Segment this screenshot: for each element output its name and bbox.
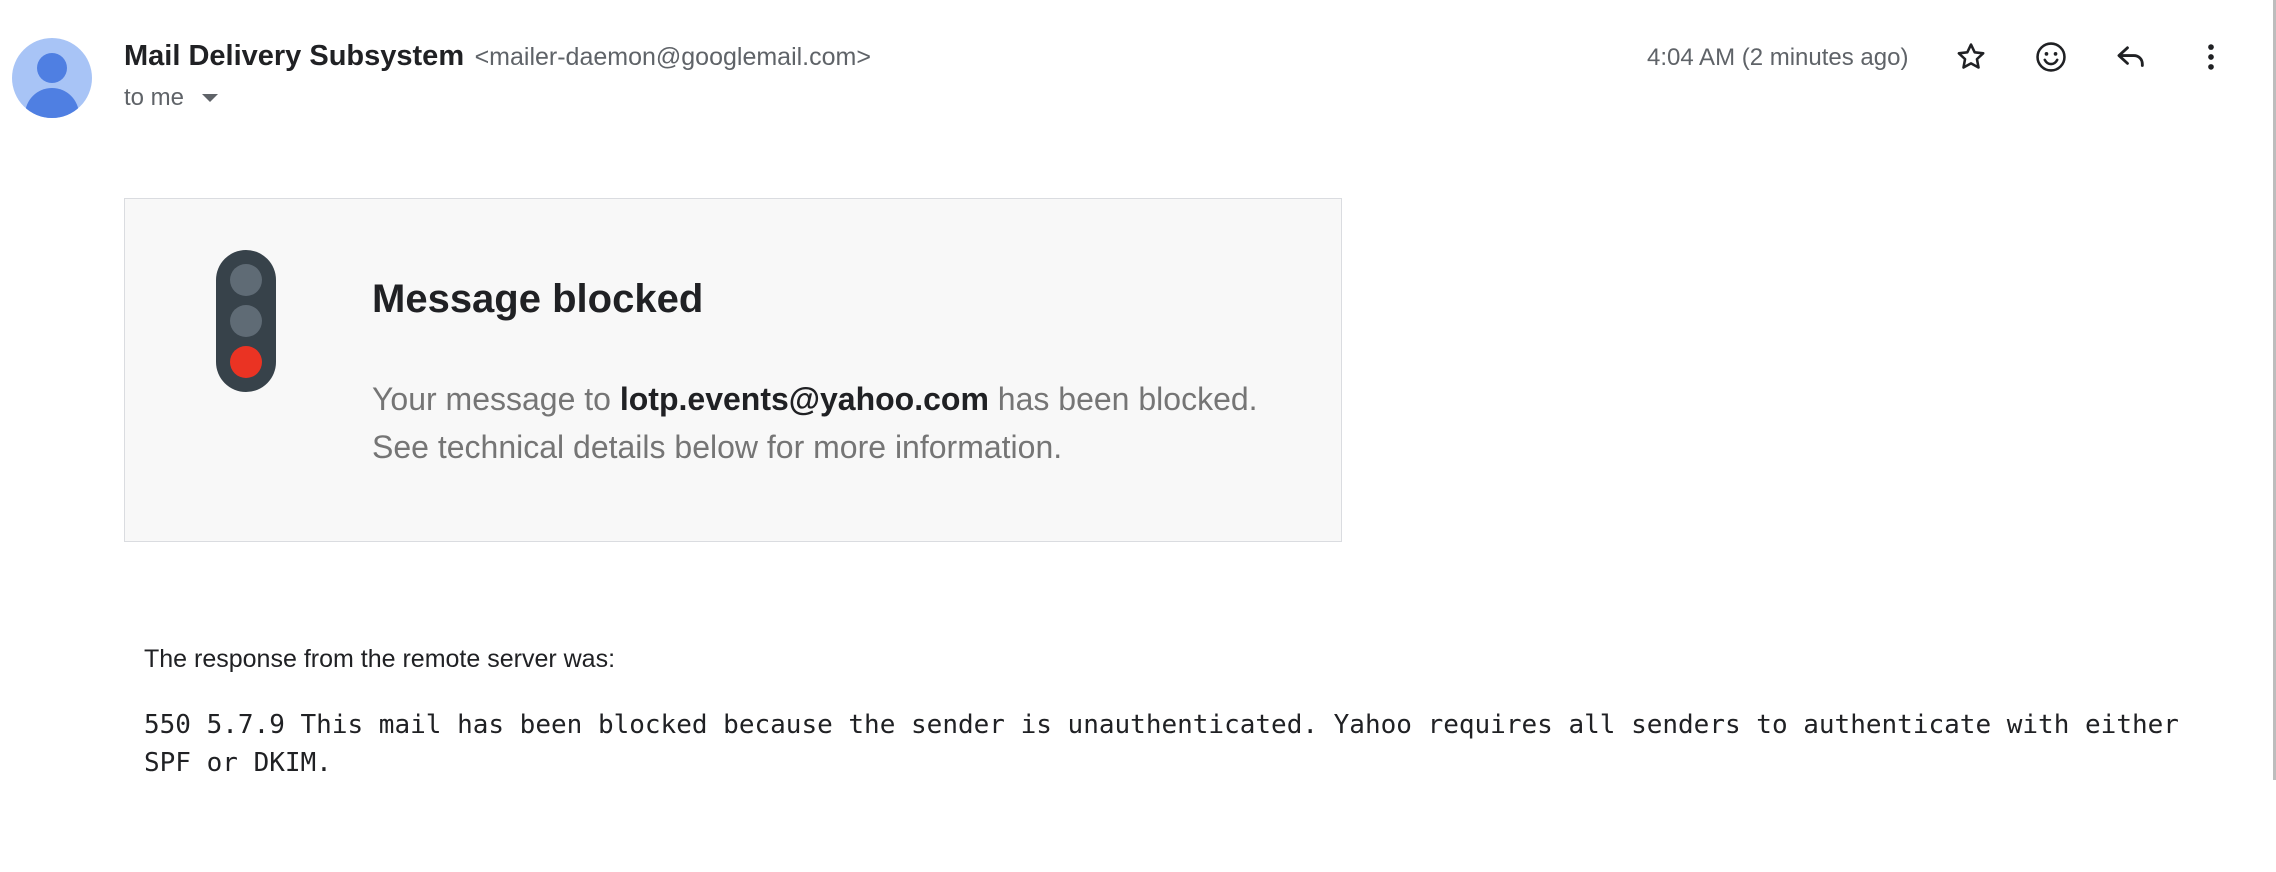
emoji-icon [2036,42,2066,72]
text-before: Your message to [372,381,620,417]
chevron-down-icon[interactable] [202,94,219,102]
star-button[interactable] [1947,33,1995,81]
sender-email: <mailer-daemon@googlemail.com> [474,43,871,71]
traffic-light-red [230,346,262,378]
add-reaction-button[interactable] [2027,33,2075,81]
avatar-head [37,53,67,83]
card-description: Your message to lotp.events@yahoo.com ha… [372,375,1258,471]
response-label: The response from the remote server was: [144,645,616,673]
traffic-light-middle [230,305,262,337]
traffic-light-top [230,264,262,296]
card-description-line1: Your message to lotp.events@yahoo.com ha… [372,375,1258,423]
recipient-label: to me [124,84,185,111]
blocked-message-card: Message blocked Your message to lotp.eve… [124,198,1342,542]
reply-button[interactable] [2107,33,2155,81]
card-title: Message blocked [372,277,704,321]
blocked-recipient-address: lotp.events@yahoo.com [619,381,989,417]
message-timestamp: 4:04 AM (2 minutes ago) [1647,44,1909,71]
server-response-code: 550 5.7.9 This mail has been blocked bec… [144,710,2179,778]
sender-avatar[interactable] [12,38,92,118]
sender-name[interactable]: Mail Delivery Subsystem [124,40,464,72]
card-description-line2: See technical details below for more inf… [372,429,1063,465]
avatar-body [25,88,79,118]
reply-icon [2117,46,2144,67]
traffic-light-icon [216,250,276,392]
star-icon [1957,43,1985,69]
recipient-details-toggle[interactable]: to me [124,84,219,112]
text-after: has been blocked. [988,381,1258,417]
sender-line: Mail Delivery Subsystem <mailer-daemon@g… [124,40,871,73]
more-options-button[interactable] [2187,33,2235,81]
more-vert-icon [2208,44,2214,70]
